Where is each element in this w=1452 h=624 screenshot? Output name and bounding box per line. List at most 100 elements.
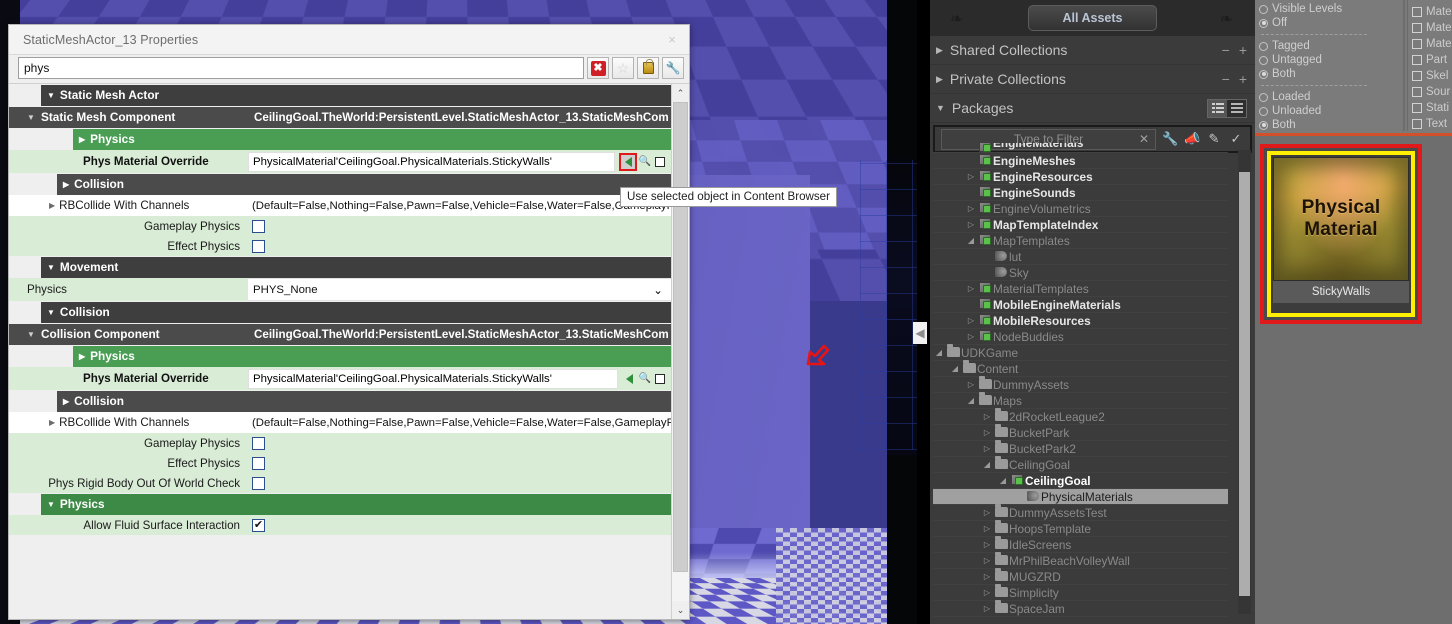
scroll-up-icon[interactable]: ⌃ [672,84,689,102]
type-filter-option[interactable]: Skel [1412,68,1452,84]
disclosure-triangle-icon[interactable]: ◢ [965,396,977,405]
property-checkbox-row[interactable]: Allow Fluid Surface Interaction✔ [9,515,671,535]
category-header[interactable]: ▼Movement [41,257,671,278]
tree-node[interactable]: ▷2dRocketLeague2 [933,409,1228,425]
package-tree-scrollbar[interactable] [1238,150,1251,614]
checkbox[interactable] [1412,71,1422,81]
property-category-row[interactable]: ▼Physics [9,493,671,515]
type-filter-option[interactable]: Mate [1412,36,1452,52]
search-icon[interactable]: 🔍 [638,155,652,169]
disclosure-triangle-icon[interactable]: ▷ [965,316,977,325]
disclosure-triangle-icon[interactable]: ▷ [981,604,993,613]
disclosure-triangle-icon[interactable]: ▷ [981,556,993,565]
disclosure-triangle-icon[interactable]: ◢ [997,476,1009,485]
category-header[interactable]: ▶Collision [57,391,671,412]
tree-node[interactable]: EngineMeshes [933,153,1228,169]
property-dropdown[interactable]: PHYS_None⌄ [248,278,671,301]
tree-node[interactable]: ▷IdleScreens [933,537,1228,553]
filter-option-both[interactable]: Both [1259,67,1375,81]
filter-option-unloaded[interactable]: Unloaded [1259,104,1375,118]
filter-option-off[interactable]: Off [1259,16,1375,30]
property-checkbox-row[interactable]: Gameplay Physics [9,216,671,236]
property-component-row[interactable]: ▼Static Mesh ComponentCeilingGoal.TheWor… [9,106,671,128]
lock-button[interactable] [637,57,659,79]
tree-node[interactable]: ◢CeilingGoal [933,457,1228,473]
category-header[interactable]: ▼Collision [41,302,671,323]
category-header[interactable]: ▶Physics [73,129,671,150]
tree-node[interactable]: ▷DummyAssets [933,377,1228,393]
property-category-row[interactable]: ▶Collision [9,390,671,412]
radio-button[interactable] [1259,107,1268,116]
add-collection-button[interactable]: + [1239,71,1247,87]
radio-button[interactable] [1259,19,1268,28]
property-value-field[interactable]: PhysicalMaterial'CeilingGoal.PhysicalMat… [248,369,618,389]
use-selected-object-button[interactable] [619,153,637,171]
disclosure-triangle-icon[interactable]: ▷ [981,540,993,549]
favorite-button[interactable]: ☆ [612,57,634,79]
package-tree[interactable]: EngineMaterialsEngineMeshes▷EngineResour… [933,143,1228,622]
property-component-row[interactable]: ▼Collision ComponentCeilingGoal.TheWorld… [9,323,671,345]
tree-node[interactable]: ▷MaterialTemplates [933,281,1228,297]
scrollbar-thumb[interactable] [1239,172,1250,596]
clear-search-button[interactable]: ✖ [587,57,609,79]
filter-option-both[interactable]: Both [1259,118,1375,131]
property-category-row[interactable]: ▶Physics [9,345,671,367]
add-collection-button[interactable]: + [1239,42,1247,58]
tree-node[interactable]: Sky [933,265,1228,281]
view-mode-toggle[interactable] [1207,99,1247,118]
remove-collection-button[interactable]: − [1222,42,1230,58]
property-objref-row[interactable]: Phys Material OverridePhysicalMaterial'C… [9,150,671,173]
tree-node[interactable]: ▷Simplicity [933,585,1228,601]
tree-node[interactable]: ▷EngineVolumetrics [933,201,1228,217]
category-header[interactable]: ▼Static Mesh Actor [41,85,671,106]
property-category-row[interactable]: ▶Physics [9,128,671,150]
section-private-collections[interactable]: ▶ Private Collections − + [930,65,1255,94]
scrollbar-thumb[interactable] [673,102,688,572]
disclosure-triangle-icon[interactable]: ▷ [965,172,977,181]
type-filter-option[interactable]: Mate [1412,20,1452,36]
remove-collection-button[interactable]: − [1222,71,1230,87]
properties-list[interactable]: ▼Static Mesh Actor▼Static Mesh Component… [9,84,671,619]
property-value-field[interactable]: PhysicalMaterial'CeilingGoal.PhysicalMat… [248,152,615,172]
properties-window[interactable]: StaticMeshActor_13 Properties × ✖ ☆ 🔧 ▼S… [8,24,690,620]
type-filter-option[interactable]: Mate [1412,4,1452,20]
disclosure-triangle-icon[interactable]: ◢ [981,460,993,469]
disclosure-triangle-icon[interactable]: ▷ [981,588,993,597]
checkbox[interactable] [252,477,265,490]
checkbox[interactable] [1412,87,1422,97]
tree-node[interactable]: MobileEngineMaterials [933,297,1228,313]
tree-node[interactable]: ◢Content [933,361,1228,377]
disclosure-triangle-icon[interactable]: ◢ [933,348,945,357]
checkbox[interactable] [1412,103,1422,113]
checkbox[interactable] [1412,55,1422,65]
property-combo-row[interactable]: PhysicsPHYS_None⌄ [9,278,671,301]
disclosure-triangle-icon[interactable]: ▷ [965,380,977,389]
disclosure-triangle-icon[interactable]: ▷ [965,284,977,293]
tree-node[interactable]: EngineMaterials [933,143,1228,153]
tree-node[interactable]: ▷BucketPark2 [933,441,1228,457]
radio-button[interactable] [1259,56,1268,65]
disclosure-triangle-icon[interactable]: ◢ [949,364,961,373]
tree-node[interactable]: lut [933,249,1228,265]
checkbox[interactable] [252,437,265,450]
tree-node[interactable]: ▷SpaceJam [933,601,1228,617]
checkbox[interactable] [1412,7,1422,17]
search-input[interactable] [18,57,584,79]
tree-node[interactable]: ◢CeilingGoal [933,473,1228,489]
properties-titlebar[interactable]: StaticMeshActor_13 Properties × [9,25,689,55]
scrollbar-track[interactable] [672,102,689,601]
tree-node[interactable]: ▷BucketPark [933,425,1228,441]
type-filter-option[interactable]: Sour [1412,84,1452,100]
property-category-row[interactable]: ▼Static Mesh Actor [9,84,671,106]
tree-view-icon[interactable] [1208,100,1227,117]
filter-option-tagged[interactable]: Tagged [1259,39,1375,53]
property-objref-row[interactable]: Phys Material OverridePhysicalMaterial'C… [9,367,671,390]
tree-node[interactable]: EngineSounds [933,185,1228,201]
property-checkbox-row[interactable]: Gameplay Physics [9,433,671,453]
close-icon[interactable]: × [661,30,683,50]
disclosure-triangle-icon[interactable]: ▷ [981,428,993,437]
visibility-filter-group[interactable]: Visible LevelsOffTaggedUntaggedBothLoade… [1255,0,1375,131]
category-header[interactable]: ▶Collision [57,174,671,195]
tree-node[interactable]: ▷MUGZRD [933,569,1228,585]
radio-button[interactable] [1259,5,1268,14]
